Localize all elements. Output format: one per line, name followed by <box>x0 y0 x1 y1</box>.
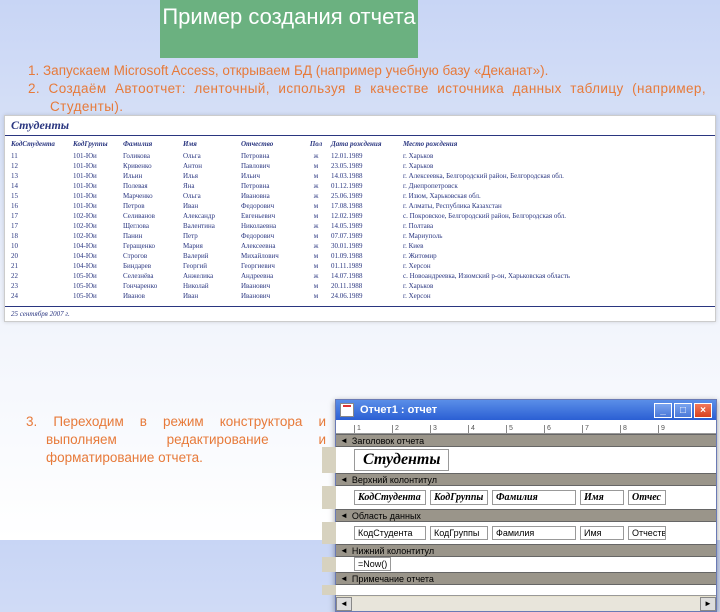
field-control[interactable]: КодГруппы <box>430 526 488 540</box>
report-icon <box>340 403 354 417</box>
table-row: 16101-ЮиПетровИванФедоровичм17.08.1988г.… <box>5 201 715 211</box>
ruler: 123456789 <box>336 420 716 434</box>
table-row: 13101-ЮиИльинИльяИльичм14.03.1988г. Алек… <box>5 171 715 181</box>
page-header-area[interactable]: КодСтудента КодГруппы Фамилия Имя Отчес <box>322 486 716 509</box>
table-row: 22105-ЮиСелезнёваАнжеликаАндреевнаж14.07… <box>5 271 715 281</box>
field-control[interactable]: Отчеств <box>628 526 666 540</box>
report-footer-area[interactable] <box>322 585 716 595</box>
report-title: Студенты <box>5 116 715 136</box>
minimize-button[interactable]: _ <box>654 403 672 418</box>
page-footer-area[interactable]: =Now() <box>322 557 716 572</box>
report-body: 11101-ЮиГоликоваОльгаПетровнаж12.01.1989… <box>5 149 715 306</box>
field-control[interactable]: Фамилия <box>492 526 576 540</box>
section-report-footer[interactable]: ◄Примечание отчета <box>336 572 716 585</box>
field-control[interactable]: КодСтудента <box>354 526 426 540</box>
label-control[interactable]: Имя <box>580 490 624 505</box>
scroll-track[interactable] <box>352 597 700 611</box>
report-columns: КодСтудента КодГруппы Фамилия Имя Отчест… <box>5 139 715 149</box>
label-control[interactable]: Отчес <box>628 490 666 505</box>
table-row: 14101-ЮиПолеваяЯнаПетровнаж01.12.1989г. … <box>5 181 715 191</box>
section-page-header[interactable]: ◄Верхний колонтитул <box>336 473 716 486</box>
section-page-footer[interactable]: ◄Нижний колонтитул <box>336 544 716 557</box>
field-control[interactable]: Имя <box>580 526 624 540</box>
scroll-right-button[interactable]: ► <box>700 597 716 611</box>
horizontal-scrollbar[interactable]: ◄ ► <box>336 595 716 611</box>
title-banner: Пример создания отчета <box>160 0 418 58</box>
report-preview: Студенты КодСтудента КодГруппы Фамилия И… <box>4 115 716 322</box>
title-text: Пример создания отчета <box>162 4 415 29</box>
section-report-header[interactable]: ◄Заголовок отчета <box>336 434 716 447</box>
scroll-left-button[interactable]: ◄ <box>336 597 352 611</box>
table-row: 15101-ЮиМарченкоОльгаИвановнаж25.06.1989… <box>5 191 715 201</box>
table-row: 23105-ЮиГончаренкоНиколайИвановичм20.11.… <box>5 281 715 291</box>
window-title: Отчет1 : отчет <box>360 404 437 416</box>
label-control[interactable]: Фамилия <box>492 490 576 505</box>
table-row: 18102-ЮиПанинПетрФедоровичм07.07.1989г. … <box>5 231 715 241</box>
table-row: 10104-ЮиГеращенкоМарияАлексеевнаж30.01.1… <box>5 241 715 251</box>
table-row: 20104-ЮиСтроговВалерийМихайловичм01.09.1… <box>5 251 715 261</box>
titlebar[interactable]: Отчет1 : отчет _ □ × <box>336 400 716 420</box>
label-control[interactable]: КодСтудента <box>354 490 426 505</box>
step-2: 2. Создаём Автоотчет: ленточный, использ… <box>28 80 706 116</box>
steps-list: 1. Запускаем Microsoft Access, открываем… <box>0 62 714 117</box>
detail-area[interactable]: КодСтудента КодГруппы Фамилия Имя Отчест… <box>322 522 716 544</box>
access-designer-window: Отчет1 : отчет _ □ × 123456789 ◄Заголово… <box>335 399 717 612</box>
table-row: 12101-ЮиКривенкоАнтонПавловичм23.05.1989… <box>5 161 715 171</box>
header-area[interactable]: Студенты <box>322 447 716 473</box>
table-row: 11101-ЮиГоликоваОльгаПетровнаж12.01.1989… <box>5 151 715 161</box>
table-row: 17102-ЮиСеливановАлександрЕвгеньевичм12.… <box>5 211 715 221</box>
label-control[interactable]: КодГруппы <box>430 490 488 505</box>
maximize-button[interactable]: □ <box>674 403 692 418</box>
table-row: 17102-ЮиЩегловаВалентинаНиколаевнаж14.05… <box>5 221 715 231</box>
now-expression[interactable]: =Now() <box>354 557 391 571</box>
title-label-control[interactable]: Студенты <box>354 449 449 471</box>
step-3: 3. Переходим в режим конструктора и выпо… <box>26 413 326 468</box>
section-detail[interactable]: ◄Область данных <box>336 509 716 522</box>
table-row: 21104-ЮиБиндаревГеоргийГеоргиевичм01.11.… <box>5 261 715 271</box>
step-1: 1. Запускаем Microsoft Access, открываем… <box>28 62 706 80</box>
table-row: 24105-ЮиИвановИванИвановичм24.06.1989г. … <box>5 291 715 301</box>
report-footer: 25 сентября 2007 г. <box>5 306 715 321</box>
close-button[interactable]: × <box>694 403 712 418</box>
